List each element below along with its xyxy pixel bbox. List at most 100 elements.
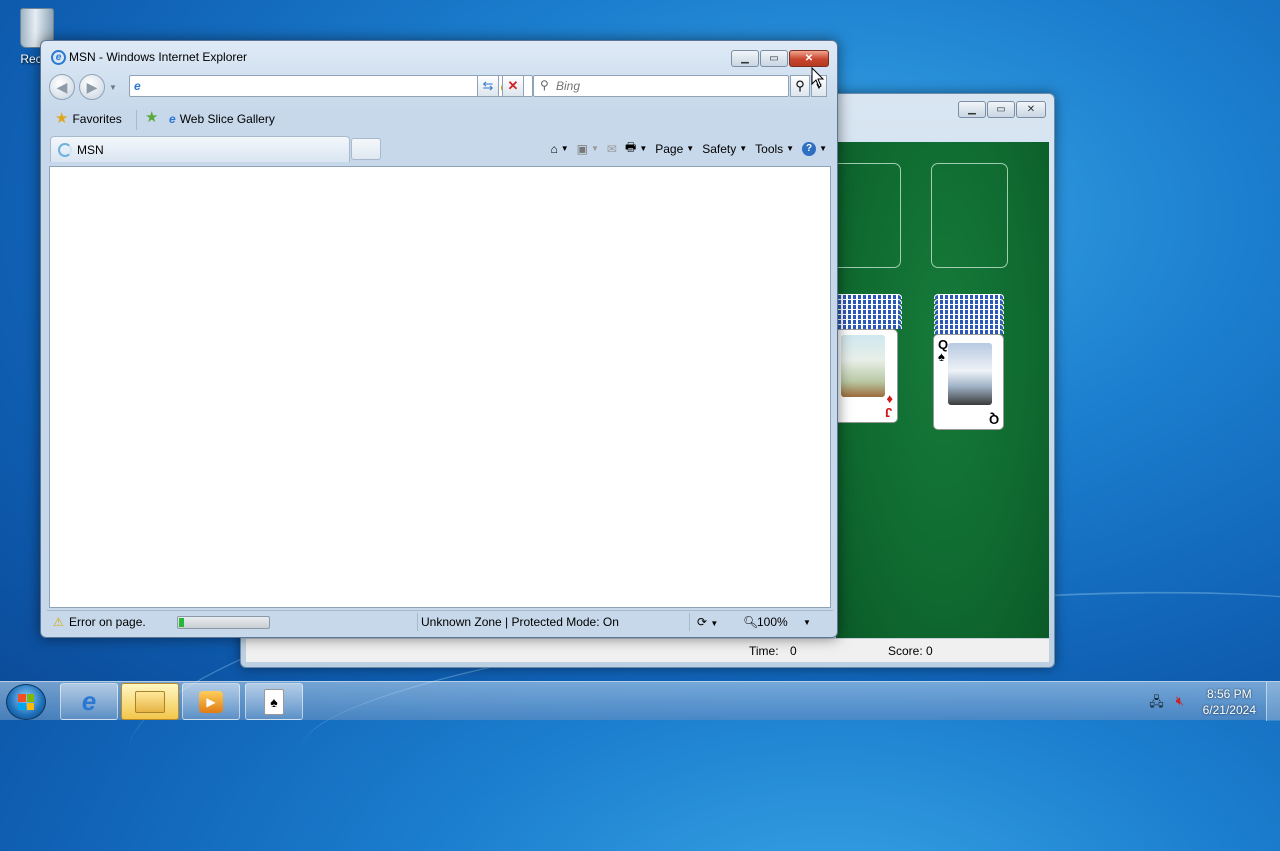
zoom-level[interactable]: 100%	[757, 615, 788, 629]
add-favorite-icon: ★	[145, 109, 159, 126]
card-rank: J	[884, 405, 892, 420]
internet-explorer-icon: e	[81, 686, 97, 716]
tableau-pile[interactable]	[934, 294, 1004, 334]
solitaire-maximize-button[interactable]: ▭	[987, 101, 1015, 118]
error-on-page-text[interactable]: Error on page.	[69, 615, 146, 629]
tab-bar: MSN ⌂ ▼ ▣ ▼ ✉ 🖶︎ ▼ Page ▼ Safety ▼ Tools ▼ ? ▼	[47, 134, 833, 164]
card-artwork	[948, 343, 992, 405]
tools-menu[interactable]: Tools ▼	[755, 142, 794, 156]
maximize-icon: ▭	[996, 104, 1006, 115]
minimize-button[interactable]: ▁	[731, 50, 759, 67]
zone-status[interactable]: Unknown Zone | Protected Mode: On	[421, 615, 619, 629]
refresh-button[interactable]: ⇆	[477, 75, 499, 97]
address-input[interactable]	[130, 76, 532, 96]
zoom-dropdown-icon[interactable]: ▼	[803, 618, 811, 627]
progress-bar	[177, 616, 270, 629]
time-value: 0	[790, 644, 797, 658]
card-suit: ♦	[886, 391, 893, 406]
tab-label: MSN	[77, 143, 104, 157]
page-content[interactable]	[49, 166, 831, 608]
back-button[interactable]: ◀	[49, 74, 75, 100]
ie-window[interactable]: e MSN - Windows Internet Explorer ▁ ▭ ✕ …	[40, 40, 838, 638]
print-button[interactable]: 🖶︎ ▼	[625, 138, 647, 159]
page-menu[interactable]: Page ▼	[655, 142, 694, 156]
taskbar-windows-explorer[interactable]	[121, 683, 179, 720]
home-icon: ⌂	[550, 141, 558, 156]
maximize-button[interactable]: ▭	[760, 50, 788, 67]
clock[interactable]: 8:56 PM 6/21/2024	[1203, 686, 1256, 718]
search-button[interactable]: ⚲	[790, 75, 810, 97]
popup-blocker-icon[interactable]: ⟳ ▼	[697, 615, 718, 629]
command-bar: ⌂ ▼ ▣ ▼ ✉ 🖶︎ ▼ Page ▼ Safety ▼ Tools ▼ ? ▼	[550, 138, 827, 159]
solitaire-minimize-button[interactable]: ▁	[958, 101, 986, 118]
foundation-slot[interactable]	[931, 163, 1008, 268]
progress-fill	[179, 618, 184, 627]
favorites-button[interactable]: ★ Favorites	[55, 110, 122, 127]
divider	[136, 110, 137, 130]
close-icon: ✕	[804, 53, 814, 64]
favorites-label: Favorites	[72, 112, 122, 126]
page-menu-label: Page	[655, 141, 684, 156]
back-arrow-icon: ◀	[56, 79, 68, 95]
printer-icon: 🖶︎	[624, 140, 637, 154]
safety-menu-label: Safety	[702, 141, 737, 156]
minimize-icon: ▁	[968, 104, 976, 115]
new-tab-button[interactable]	[351, 138, 381, 160]
card-artwork	[841, 335, 885, 397]
time-label: Time:	[749, 644, 779, 658]
help-icon: ?	[802, 141, 817, 156]
rss-feed-icon: ▣	[576, 141, 588, 156]
card-jack-diamonds[interactable]: ♦ J	[832, 329, 898, 423]
solitaire-status-bar: Time: 0 Score: 0	[246, 638, 1049, 662]
mouse-cursor-icon	[811, 67, 825, 88]
network-icon[interactable]: 🖧︎	[1149, 693, 1164, 715]
close-icon: ✕	[1026, 104, 1036, 115]
status-bar: ⚠ Error on page. Unknown Zone | Protecte…	[47, 610, 833, 632]
taskbar-solitaire[interactable]: ♠	[245, 683, 303, 720]
card-queen-spades[interactable]: Q ♠ Q	[933, 334, 1004, 430]
card-suit: ♠	[938, 349, 945, 364]
favorites-bar: ★ Favorites ★ e Web Slice Gallery	[47, 107, 831, 133]
system-tray: 🖧︎ 🔇︎	[1149, 693, 1184, 715]
start-button[interactable]	[6, 684, 46, 720]
tab-msn[interactable]: MSN	[50, 136, 350, 162]
address-bar[interactable]: e ▼ 🔒︎	[129, 75, 533, 97]
window-title: MSN - Windows Internet Explorer	[69, 50, 248, 64]
read-mail-button[interactable]: ✉	[607, 142, 617, 156]
maximize-icon: ▭	[769, 53, 779, 64]
recent-pages-dropdown-icon[interactable]: ▼	[109, 83, 117, 92]
forward-button[interactable]: ▶	[79, 74, 105, 100]
media-player-icon: ▶	[199, 690, 223, 713]
stop-button[interactable]: ✕	[502, 75, 524, 97]
taskbar-media-player[interactable]: ▶	[182, 683, 240, 720]
safety-menu[interactable]: Safety ▼	[702, 142, 747, 156]
search-input[interactable]	[534, 76, 788, 96]
add-to-favorites-bar-button[interactable]: ★	[145, 109, 159, 126]
minimize-icon: ▁	[741, 53, 749, 64]
clock-time: 8:56 PM	[1206, 687, 1252, 701]
search-icon: ⚲	[540, 78, 549, 92]
feeds-button[interactable]: ▣ ▼	[577, 142, 599, 156]
folder-icon	[135, 690, 165, 713]
show-desktop-button[interactable]	[1266, 682, 1280, 721]
help-menu[interactable]: ? ▼	[802, 141, 827, 156]
score-label: Score: 0	[888, 644, 933, 658]
taskbar-internet-explorer[interactable]: e	[60, 683, 118, 720]
home-button[interactable]: ⌂ ▼	[550, 142, 568, 156]
page-icon: e	[169, 112, 176, 126]
magnifier-icon: ⚲	[795, 78, 805, 93]
stop-icon: ✕	[507, 78, 519, 93]
close-button[interactable]: ✕	[789, 50, 829, 67]
solitaire-close-button[interactable]: ✕	[1016, 101, 1046, 118]
warning-icon[interactable]: ⚠	[53, 615, 64, 629]
tableau-pile[interactable]	[832, 294, 902, 329]
taskbar: e ▶ ♠ 🖧︎ 🔇︎ 8:56 PM 6/21/2024	[0, 681, 1280, 721]
favorites-star-icon: ★	[55, 110, 69, 127]
volume-muted-icon[interactable]: 🔇︎	[1176, 693, 1184, 715]
solitaire-table[interactable]: ♦ J Q ♠ Q	[824, 142, 1049, 639]
page-icon: e	[134, 79, 141, 93]
solitaire-icon: ♠	[264, 688, 284, 715]
web-slice-gallery-label: Web Slice Gallery	[179, 112, 275, 126]
web-slice-gallery-link[interactable]: e Web Slice Gallery	[169, 112, 275, 126]
search-box[interactable]: ⚲	[533, 75, 789, 97]
